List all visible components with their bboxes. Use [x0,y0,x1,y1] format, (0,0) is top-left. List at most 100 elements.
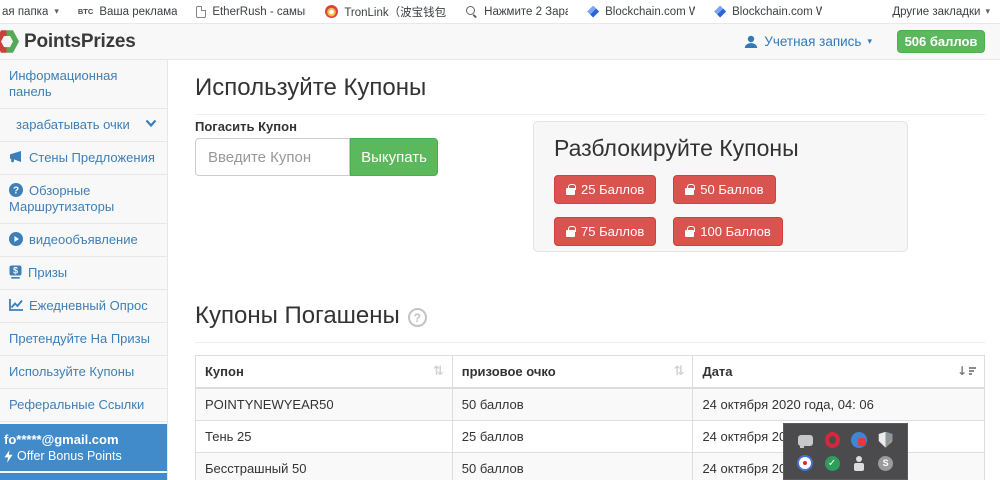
column-label: призовое очко [462,364,556,379]
unlock-coupons-panel: Разблокируйте Купоны 25 Баллов 50 Баллов… [533,121,908,252]
play-circle-icon [9,232,23,246]
sidebar-item-prizes[interactable]: $ Призы [0,257,167,290]
column-header-date[interactable]: Дата ↓ [693,356,985,389]
sidebar-item-label: Ежедневный Опрос [29,298,148,313]
sort-desc-icon: ↓ [957,365,976,377]
blockchain-cube-icon [714,6,726,18]
redeem-coupon-form: Выкупать [195,138,438,176]
chevron-down-icon: ▾ [867,37,872,47]
points-balance-badge[interactable]: 506 баллов [897,30,985,53]
sidebar-item-claim-prizes[interactable]: Претендуйте На Призы [0,323,167,356]
cell-points: 50 баллов [452,388,693,421]
chevron-down-icon: ▾ [985,7,990,17]
column-header-coupon[interactable]: Купон ⇅ [196,356,453,389]
help-icon[interactable]: ? [408,308,427,327]
cell-points: 50 баллов [452,453,693,480]
btc-favicon: BTC [78,7,93,16]
brand-logo[interactable]: PointsPrizes [0,30,136,54]
account-label: Учетная запись [764,34,861,49]
megaphone-icon [9,151,23,164]
sidebar-item-label: Обзорные Маршрутизаторы [9,183,114,214]
table-header-row: Купон ⇅ призовое очко ⇅ Дата ↓ [196,356,985,389]
referral-email: fo*****@gmail.com [4,431,161,448]
cell-coupon: POINTYNEWYEAR50 [196,388,453,421]
blue-app-tray-icon[interactable] [851,432,867,448]
system-tray-popup: ✓ S [783,423,908,480]
sidebar-item-use-coupons[interactable]: Используйте Купоны [0,356,167,389]
bookmark-blockchain-1[interactable]: Blockchain.com Wa [587,6,695,18]
account-menu[interactable]: Учетная запись ▾ [744,34,872,49]
column-label: Дата [702,364,732,379]
bookmark-tronlink[interactable]: TronLink（波宝钱包 [325,4,446,20]
tronlink-favicon [325,5,338,18]
unlock-25-button[interactable]: 25 Баллов [554,175,656,204]
app-window: ая папка ▾ BTC Ваша реклама в с EtherRus… [0,0,1000,480]
other-bookmarks-button[interactable]: Другие закладки ▾ [892,6,990,18]
unlock-button-label: 100 Баллов [700,224,771,239]
chevron-down-icon: ▾ [54,7,59,17]
referral-notification-2[interactable]: 90*****@qq.com Offer Bonus Points [0,473,167,480]
sidebar-item-dashboard[interactable]: Информационная панель [0,60,167,109]
cell-coupon: Тень 25 [196,421,453,453]
sidebar-item-label: Реферальные Ссылки [9,397,144,412]
referral-notification-1[interactable]: fo*****@gmail.com Offer Bonus Points [0,424,167,471]
other-bookmarks-label: Другие закладки [892,6,980,18]
chart-line-icon [9,299,23,312]
bookmark-label: Blockchain.com Wa [732,6,822,18]
unlock-50-button[interactable]: 50 Баллов [673,175,775,204]
person-app-tray-icon[interactable] [852,456,866,471]
s-app-tray-icon[interactable]: S [878,456,893,471]
column-header-points[interactable]: призовое очко ⇅ [452,356,693,389]
sidebar-item-daily-poll[interactable]: Ежедневный Опрос [0,290,167,323]
sidebar-item-earn-points[interactable]: зарабатывать очки [0,109,167,142]
coupon-input[interactable] [195,138,350,176]
bookmark-etherrush[interactable]: EtherRush - самый [196,6,306,18]
chevron-down-icon [145,119,157,128]
sidebar-item-label: Стены Предложения [29,150,155,165]
sidebar-item-offer-walls[interactable]: Стены Предложения [0,142,167,175]
bookmark-label: ая папка [2,6,48,18]
page-title: Используйте Купоны [195,74,985,115]
security-shield-warning-tray-icon[interactable] [878,432,893,448]
sidebar-item-label: Претендуйте На Призы [9,331,150,346]
bookmark-label: Нажмите 2 Зараб [484,6,568,18]
sidebar-item-survey-routers[interactable]: ? Обзорные Маршрутизаторы [0,175,167,224]
bookmarks-bar: ая папка ▾ BTC Ваша реклама в с EtherRus… [0,0,1000,24]
bookmark-label: Blockchain.com Wa [605,6,695,18]
redeem-button[interactable]: Выкупать [350,138,438,176]
bookmark-blockchain-2[interactable]: Blockchain.com Wa [714,6,822,18]
antivirus-check-tray-icon[interactable]: ✓ [825,456,840,471]
unlock-100-button[interactable]: 100 Баллов [673,217,783,246]
bookmark-label: EtherRush - самый [212,6,306,18]
bookmark-ad[interactable]: BTC Ваша реклама в с [78,6,177,18]
pointsprizes-hexagon-icon [0,30,19,54]
table-row[interactable]: POINTYNEWYEAR50 50 баллов 24 октября 202… [196,388,985,421]
lock-icon [566,188,575,195]
bolt-icon [4,450,13,463]
display-tray-icon[interactable] [798,435,813,446]
sidebar-item-label: Призы [28,265,67,280]
svg-text:$: $ [13,266,18,276]
blockchain-cube-icon [587,6,599,18]
unlock-button-label: 75 Баллов [581,224,644,239]
question-circle-icon: ? [9,183,23,197]
unlock-button-label: 50 Баллов [700,182,763,197]
lock-icon [685,188,694,195]
recorder-tray-icon[interactable] [797,455,813,471]
bookmark-folder[interactable]: ая папка ▾ [2,6,59,18]
cell-points: 25 баллов [452,421,693,453]
sidebar-item-referral-links[interactable]: Реферальные Ссылки [0,389,167,422]
sidebar-item-video-ads[interactable]: видеообъявление [0,224,167,257]
sidebar-item-label: Информационная панель [9,68,117,99]
main-content: Используйте Купоны Погасить Купон Выкупа… [168,60,1000,480]
opera-tray-icon[interactable] [825,432,840,448]
unlock-75-button[interactable]: 75 Баллов [554,217,656,246]
referral-note: Offer Bonus Points [17,448,122,464]
bookmark-click-earn[interactable]: Нажмите 2 Зараб [465,5,568,18]
sidebar-item-label: Используйте Купоны [9,364,134,379]
brand-name: PointsPrizes [24,31,136,53]
redeemed-coupons-title-text: Купоны Погашены [195,302,400,330]
sort-icon: ⇅ [674,364,685,379]
bookmark-label: TronLink（波宝钱包 [344,4,446,20]
sidebar-item-label: видеообъявление [29,232,138,247]
